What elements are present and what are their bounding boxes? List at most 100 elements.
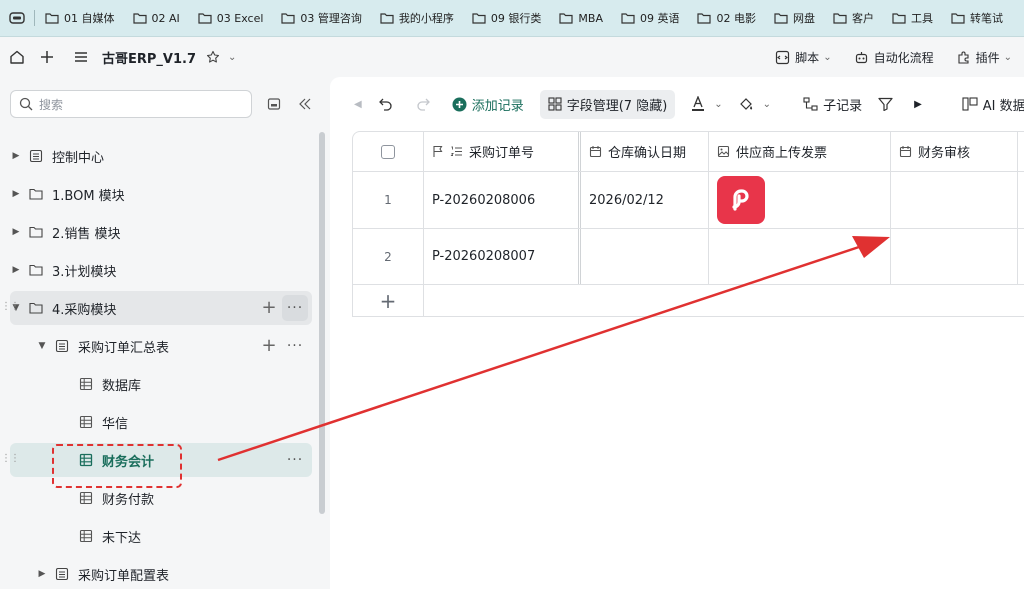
bookmark-folder[interactable]: 网盘 bbox=[774, 10, 815, 26]
bookmark-label: 02 电影 bbox=[716, 12, 756, 25]
column-header-label: 供应商上传发票 bbox=[736, 146, 828, 161]
drag-handle-icon[interactable]: ⋮⋮ bbox=[1, 453, 20, 464]
sidebar-item-bom[interactable]: ▶ 1.BOM 模块 bbox=[10, 177, 312, 211]
calendar-icon bbox=[899, 146, 912, 158]
menu-icon[interactable] bbox=[70, 46, 92, 68]
caret-right-icon[interactable]: ▶ bbox=[914, 99, 922, 110]
table-row[interactable]: 2 P-20260208007 bbox=[353, 229, 1024, 285]
cell-confirm-date[interactable] bbox=[581, 229, 709, 284]
field-manage-button[interactable]: 字段管理(7 隐藏) bbox=[539, 89, 676, 119]
bookmark-folder[interactable]: MBA bbox=[559, 12, 603, 25]
folder-icon bbox=[28, 186, 44, 202]
sidebar-item-not-issued[interactable]: 未下达 bbox=[10, 519, 312, 553]
bookmark-folder[interactable]: 03 管理咨询 bbox=[281, 10, 362, 26]
search-input[interactable]: 搜索 bbox=[10, 90, 252, 118]
caret-right-icon[interactable]: ▶ bbox=[10, 151, 22, 161]
cell-confirm-date[interactable]: 2026/02/12 bbox=[581, 172, 709, 228]
cell-audit[interactable] bbox=[891, 172, 1018, 228]
add-icon[interactable]: + bbox=[256, 333, 282, 359]
sidebar-item-label: 华信 bbox=[102, 416, 129, 432]
fill-color-button[interactable]: ⌄ bbox=[739, 97, 771, 112]
cell-audit[interactable] bbox=[891, 229, 1018, 284]
bookmark-label: 02 AI bbox=[151, 11, 180, 25]
more-icon[interactable]: ··· bbox=[282, 333, 308, 359]
cell-order-no[interactable]: P-20260208007 bbox=[424, 229, 581, 284]
text-color-icon bbox=[692, 96, 705, 111]
drag-handle-icon[interactable]: ⋮⋮ bbox=[1, 301, 20, 312]
grid-table-icon bbox=[78, 528, 94, 544]
bookmark-folder[interactable]: 02 AI bbox=[132, 11, 180, 25]
script-label: 脚本 bbox=[795, 50, 820, 65]
column-header-order-no[interactable]: 采购订单号 bbox=[424, 132, 581, 171]
bookmark-folder[interactable]: 客户 bbox=[833, 10, 874, 26]
caret-right-icon[interactable]: ▶ bbox=[36, 569, 48, 579]
plugin-icon bbox=[958, 51, 969, 64]
sidebar-item-huaxin[interactable]: 华信 bbox=[10, 405, 312, 439]
sidebar-item-database[interactable]: 数据库 bbox=[10, 367, 312, 401]
add-icon[interactable]: + bbox=[256, 295, 282, 321]
sidebar-item-purchase-config[interactable]: ▶ 采购订单配置表 bbox=[10, 557, 312, 589]
cell-invoice[interactable] bbox=[709, 172, 891, 228]
undo-icon[interactable] bbox=[378, 97, 399, 111]
folder-icon bbox=[28, 224, 44, 240]
sidebar-scrollbar[interactable] bbox=[319, 132, 325, 514]
bookmark-folder[interactable]: 我的小程序 bbox=[380, 10, 454, 26]
cell-invoice[interactable] bbox=[709, 229, 891, 284]
select-all-checkbox[interactable] bbox=[381, 144, 395, 159]
add-icon[interactable] bbox=[36, 46, 58, 68]
caret-left-icon[interactable]: ◀ bbox=[354, 99, 362, 110]
folder-icon bbox=[697, 13, 712, 24]
star-icon[interactable] bbox=[202, 46, 224, 68]
add-row[interactable]: + bbox=[353, 285, 1024, 316]
sidebar-item-purchase-summary[interactable]: ▼ 采购订单汇总表 + ··· bbox=[10, 329, 312, 363]
table-row[interactable]: 1 P-20260208006 2026/02/12 bbox=[353, 172, 1024, 229]
cell-order-no[interactable]: P-20260208006 bbox=[424, 172, 581, 228]
more-icon[interactable]: ··· bbox=[282, 447, 308, 473]
collapse-panel-icon[interactable] bbox=[265, 95, 283, 113]
filter-icon[interactable] bbox=[878, 97, 898, 111]
data-grid: 采购订单号 仓库确认日期 供应商上传发票 财务审核 1 P-2026020800… bbox=[352, 131, 1024, 317]
column-header-label: 采购订单号 bbox=[469, 146, 535, 161]
invoice-attachment-icon[interactable] bbox=[717, 176, 765, 224]
ai-data-button[interactable]: AI 数据 bbox=[962, 95, 1024, 114]
chevron-down-icon[interactable]: ⌄ bbox=[228, 52, 236, 63]
caret-right-icon[interactable]: ▶ bbox=[10, 227, 22, 237]
script-icon bbox=[776, 50, 790, 64]
bookmark-folder[interactable]: 09 英语 bbox=[621, 10, 679, 26]
caret-right-icon[interactable]: ▶ bbox=[10, 265, 22, 275]
folder-icon bbox=[45, 13, 59, 24]
column-header-invoice[interactable]: 供应商上传发票 bbox=[709, 132, 891, 171]
ai-data-label: AI 数据 bbox=[982, 98, 1024, 114]
plugin-button[interactable]: 插件 ⌄ bbox=[956, 49, 1012, 66]
folder-icon bbox=[132, 13, 147, 24]
home-icon[interactable] bbox=[6, 46, 28, 68]
bookmark-folder[interactable]: 转笔试 bbox=[951, 10, 1003, 26]
double-chevron-left-icon[interactable] bbox=[296, 95, 314, 113]
add-row-button[interactable]: + bbox=[353, 285, 424, 316]
text-color-button[interactable]: ⌄ bbox=[691, 96, 723, 112]
add-record-button[interactable]: 添加记录 bbox=[452, 95, 524, 114]
sidebar-item-control-center[interactable]: ▶ 控制中心 bbox=[10, 139, 312, 173]
column-header-audit[interactable]: 财务审核 bbox=[891, 132, 1018, 171]
bookmark-folder[interactable]: 01 自媒体 bbox=[45, 10, 115, 26]
grid-cell bbox=[1018, 172, 1024, 228]
automation-button[interactable]: 自动化流程 bbox=[854, 49, 934, 66]
bookmark-folder[interactable]: 工具 bbox=[892, 10, 933, 26]
bookmark-folder[interactable]: 03 Excel bbox=[198, 12, 263, 25]
sidebar-item-sales[interactable]: ▶ 2.销售 模块 bbox=[10, 215, 312, 249]
sidebar-item-purchase[interactable]: ⋮⋮ ▼ 4.采购模块 + ··· bbox=[1, 291, 312, 325]
tab-search-icon[interactable] bbox=[6, 10, 28, 26]
more-icon[interactable]: ··· bbox=[282, 295, 308, 321]
list-doc-icon bbox=[28, 148, 44, 164]
sub-record-button[interactable]: 子记录 bbox=[803, 95, 862, 114]
sidebar-item-label: 采购订单汇总表 bbox=[78, 340, 170, 356]
caret-right-icon[interactable]: ▶ bbox=[10, 189, 22, 199]
script-button[interactable]: 脚本 ⌄ bbox=[775, 49, 832, 66]
bookmark-folder[interactable]: 02 电影 bbox=[697, 10, 756, 26]
sidebar-item-plan[interactable]: ▶ 3.计划模块 bbox=[10, 253, 312, 287]
redo-icon[interactable] bbox=[415, 97, 436, 111]
column-header-confirm-date[interactable]: 仓库确认日期 bbox=[581, 132, 709, 171]
bookmark-folder[interactable]: 09 银行类 bbox=[472, 10, 541, 26]
caret-down-icon[interactable]: ▼ bbox=[36, 341, 48, 351]
app-title: 古哥ERP_V1.7 bbox=[102, 51, 197, 67]
